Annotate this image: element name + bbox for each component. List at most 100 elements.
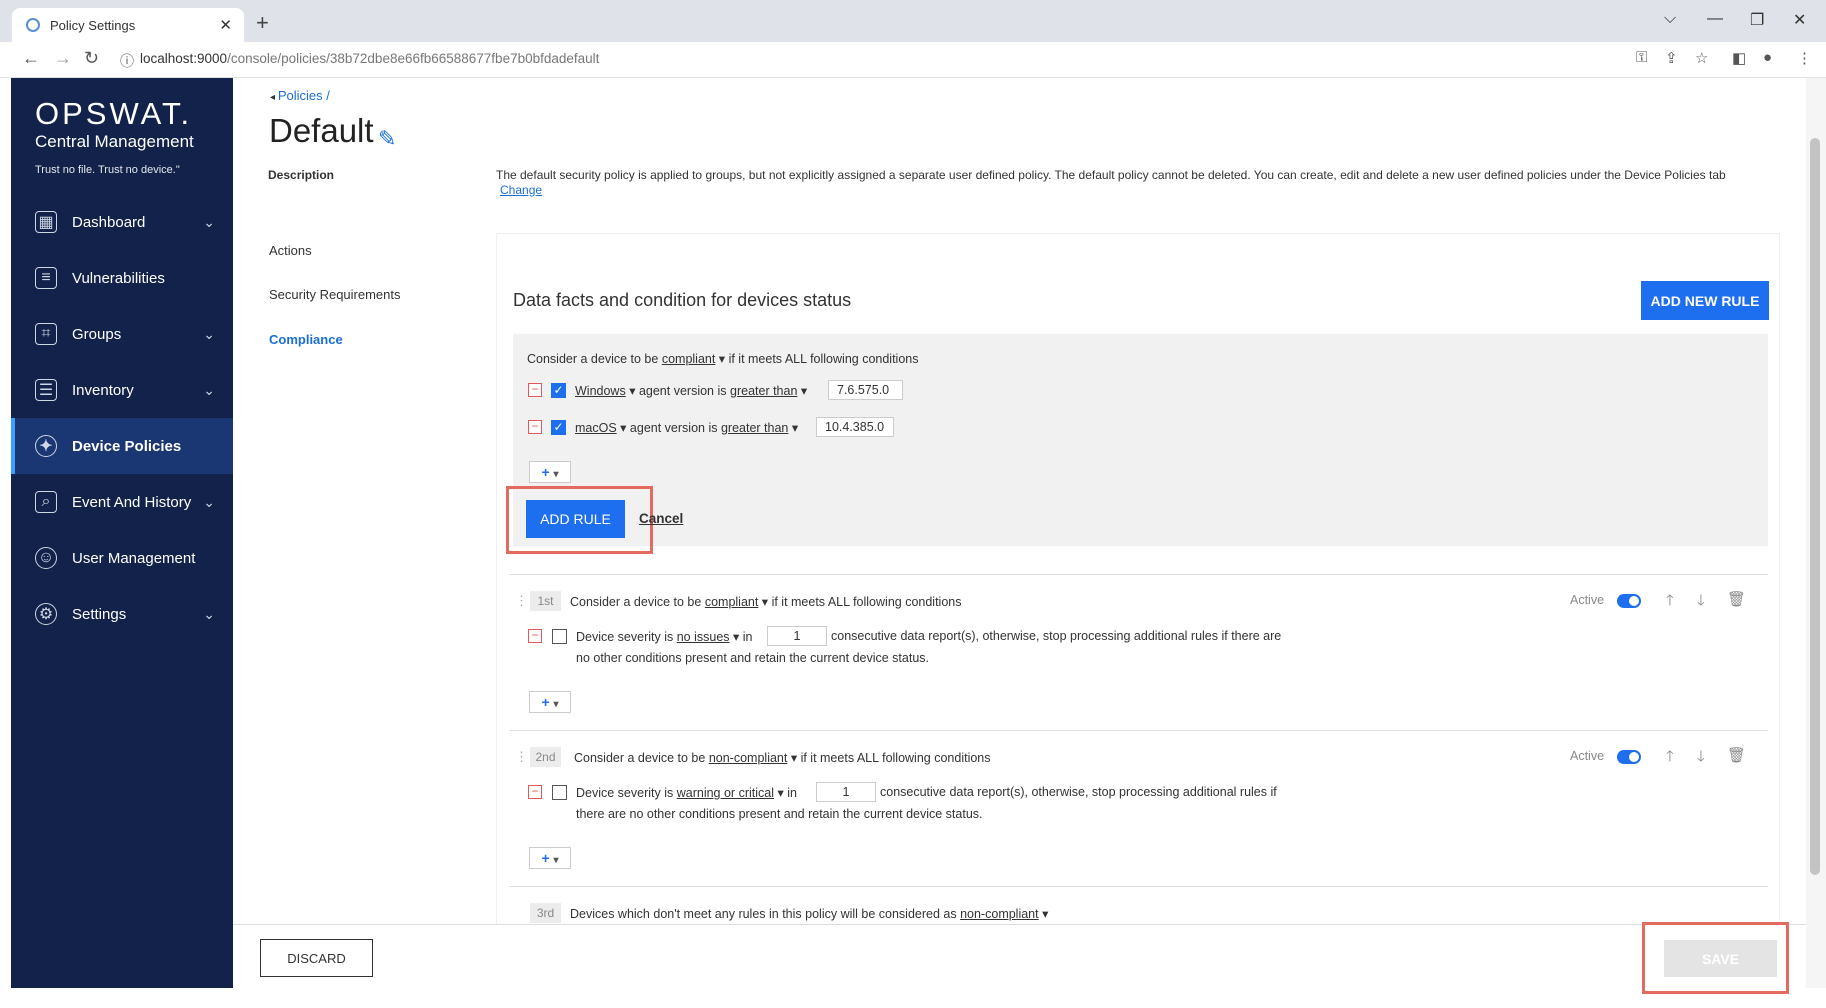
move-up-icon[interactable]: 🡑 [1666,590,1674,615]
operator-dropdown[interactable]: greater than [730,384,797,398]
active-toggle[interactable] [1617,594,1641,608]
count-input[interactable]: 1 [816,782,876,802]
browser-tabstrip [0,0,1826,42]
share-icon[interactable]: ⇪ [1665,49,1678,67]
status-dropdown[interactable]: compliant [662,352,716,366]
clipboard-icon: ☰ [35,379,57,401]
condition-checkbox[interactable]: ✓ [551,383,566,398]
severity-dropdown[interactable]: no issues [677,630,730,644]
site-info-icon[interactable]: ⓘ [120,51,134,71]
key-icon[interactable]: ⚿ [1636,49,1647,66]
remove-condition-button[interactable]: − [528,420,542,434]
star-icon[interactable]: ☆ [1695,49,1708,67]
sidebar: OPSWAT. Central Management Trust no file… [11,78,233,988]
status-dropdown[interactable]: compliant [705,595,759,609]
caret-down-icon[interactable]: ▾ [797,384,807,398]
add-new-rule-button[interactable]: ADD NEW RULE [1641,281,1769,320]
condition-text: Device severity is [576,786,674,800]
sidebar-item-settings[interactable]: ⚙ Settings ⌄ [11,586,233,642]
move-down-icon[interactable]: 🡓 [1697,746,1705,771]
sidebar-item-groups[interactable]: ⌗ Groups ⌄ [11,306,233,362]
os-dropdown[interactable]: Windows [575,384,626,398]
condition-text: Device severity is [576,630,674,644]
caret-down-icon[interactable]: ▾ [730,630,743,644]
menu-icon[interactable]: ⋮ [1797,49,1812,67]
rule-rank-badge: 2nd [530,747,561,767]
sidebar-item-device-policies[interactable]: ✦ Device Policies [11,418,233,474]
page-title: Default [269,112,374,149]
close-window-icon[interactable]: ✕ [1793,10,1806,30]
forward-icon[interactable]: → [54,48,72,69]
add-condition-button[interactable]: + ▾ [529,461,571,483]
add-condition-button[interactable]: + ▾ [529,847,571,869]
editor-prefix: Consider a device to be [527,352,659,366]
back-icon[interactable]: ← [22,48,40,69]
condition-checkbox[interactable]: ✓ [551,420,566,435]
drag-handle-icon[interactable]: ⋮ [515,749,528,765]
edit-icon[interactable]: ✎ [378,126,396,152]
sidebar-item-inventory[interactable]: ☰ Inventory ⌄ [11,362,233,418]
restore-icon[interactable]: ❐ [1750,10,1764,30]
close-tab-icon[interactable]: ✕ [219,16,232,34]
breadcrumb-link-policies[interactable]: Policies [278,88,323,103]
cancel-link[interactable]: Cancel [639,511,683,526]
history-search-icon: ⌕ [35,491,57,513]
caret-down-icon[interactable]: ▾ [788,421,798,435]
subnav-security-requirements[interactable]: Security Requirements [269,287,401,302]
subnav-actions[interactable]: Actions [269,243,312,258]
browser-tab[interactable]: Policy Settings ✕ [12,8,244,42]
subnav-compliance[interactable]: Compliance [269,332,343,347]
caret-down-icon[interactable]: ▾ [617,421,630,435]
move-up-icon[interactable]: 🡑 [1666,746,1674,771]
operator-dropdown[interactable]: greater than [721,421,788,435]
rule-rank-badge: 1st [530,591,561,611]
caret-down-icon[interactable]: ▾ [715,352,728,366]
change-description-link[interactable]: Change [500,183,542,197]
sidebar-item-event-history[interactable]: ⌕ Event And History ⌄ [11,474,233,530]
severity-dropdown[interactable]: warning or critical [677,786,774,800]
os-dropdown[interactable]: macOS [575,421,617,435]
new-tab-icon[interactable]: + [256,10,269,36]
url-field[interactable]: localhost:9000/console/policies/38b72dbe… [140,48,599,70]
caret-down-icon[interactable]: ▾ [774,786,787,800]
move-down-icon[interactable]: 🡓 [1697,590,1705,615]
sidebar-item-dashboard[interactable]: ▦ Dashboard ⌄ [11,194,233,250]
caret-down-icon[interactable]: ▾ [787,751,800,765]
add-condition-button[interactable]: + ▾ [529,691,571,713]
caret-down-icon[interactable]: ▾ [758,595,771,609]
status-dropdown[interactable]: non-compliant [960,907,1039,921]
product-name: Central Management [35,132,194,151]
rule-header: Devices which don't meet any rules in th… [570,906,1048,921]
trash-icon[interactable]: 🗑 [1727,590,1746,608]
rule-suffix: if it meets ALL following conditions [771,595,962,609]
sidebar-item-label: Vulnerabilities [72,269,165,287]
side-panel-icon[interactable]: ◧ [1732,49,1746,67]
active-toggle[interactable] [1617,750,1641,764]
caret-down-icon[interactable]: ▾ [1039,907,1048,921]
version-input[interactable]: 7.6.575.0 [828,380,903,400]
sidebar-item-user-management[interactable]: ☺ User Management [11,530,233,586]
scrollbar-thumb[interactable] [1810,138,1820,875]
reload-icon[interactable]: ↻ [84,48,99,69]
status-dropdown[interactable]: non-compliant [709,751,788,765]
condition-checkbox[interactable] [552,785,567,800]
drag-handle-icon[interactable]: ⋮ [515,593,528,609]
condition-text: in [787,786,797,800]
sidebar-item-label: Groups [72,325,122,343]
discard-button[interactable]: DISCARD [260,939,373,977]
trash-icon[interactable]: 🗑 [1727,746,1746,764]
version-input[interactable]: 10.4.385.0 [816,417,894,437]
remove-condition-button[interactable]: − [528,383,542,397]
profile-icon[interactable]: ● [1763,49,1772,66]
remove-condition-button[interactable]: − [528,785,542,799]
remove-condition-button[interactable]: − [528,629,542,643]
condition-text: agent version is [638,384,727,398]
breadcrumb: ◂ Policies / [270,88,330,103]
condition-checkbox[interactable] [552,629,567,644]
caret-down-icon[interactable]: ▾ [626,384,639,398]
sidebar-item-vulnerabilities[interactable]: ≡ Vulnerabilities [11,250,233,306]
count-input[interactable]: 1 [767,626,827,646]
chevron-down-icon: ⌄ [203,213,215,230]
minimize-icon[interactable]: — [1707,10,1723,28]
tab-search-icon[interactable]: ⌵ [1664,10,1676,28]
